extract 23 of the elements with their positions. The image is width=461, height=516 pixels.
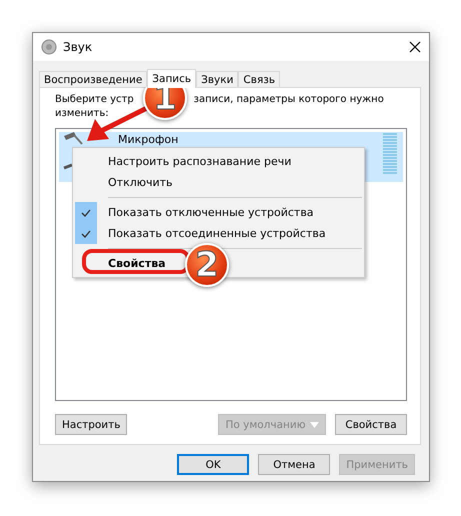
instruction-text: изменить:: [55, 107, 109, 121]
dialog-button[interactable]: OK: [177, 454, 250, 475]
speaker-icon: [41, 39, 57, 55]
menu-item[interactable]: Показать отсоединенные устройства: [75, 223, 362, 244]
check-icon: [81, 208, 91, 216]
instruction-text: Выберите устр: [55, 93, 134, 107]
dialog-button[interactable]: Отмена: [258, 454, 330, 475]
caret-icon: [310, 422, 319, 428]
menu-item[interactable]: Настроить распознавание речи: [75, 151, 362, 172]
window-title: Звук: [63, 40, 94, 54]
dialog-button[interactable]: Настроить: [55, 414, 128, 435]
instruction-text: записи, параметры которого нужно: [194, 93, 384, 107]
tab[interactable]: Звуки: [196, 71, 238, 87]
check-icon: [81, 230, 91, 238]
close-icon[interactable]: [409, 41, 421, 53]
menu-item[interactable]: Отключить: [75, 172, 362, 193]
tab[interactable]: Связь: [238, 71, 280, 87]
dialog-button[interactable]: Свойства: [335, 414, 407, 435]
menu-item[interactable]: Показать отключенные устройства: [75, 202, 362, 223]
device-name: Микрофон: [118, 133, 180, 146]
level-meter-icon: [383, 133, 397, 175]
tab[interactable]: Запись: [147, 69, 196, 88]
tab[interactable]: Воспроизведение: [39, 71, 148, 87]
